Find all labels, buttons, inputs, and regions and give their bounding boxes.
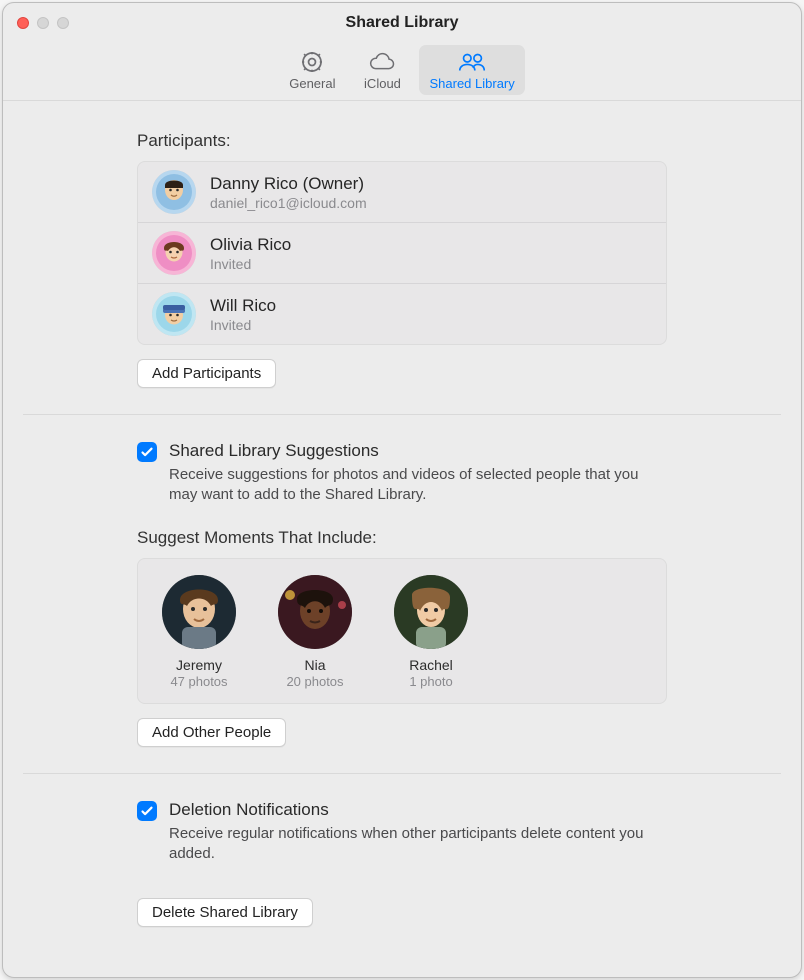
divider <box>23 414 781 415</box>
deletion-description: Receive regular notifications when other… <box>169 824 667 865</box>
person-photo <box>394 575 468 649</box>
divider <box>23 773 781 774</box>
suggestions-label: Shared Library Suggestions <box>169 441 667 461</box>
suggestions-description: Receive suggestions for photos and video… <box>169 465 667 506</box>
participant-name: Olivia Rico <box>210 235 291 255</box>
zoom-window-button[interactable] <box>57 17 69 29</box>
add-other-people-button[interactable]: Add Other People <box>137 718 286 747</box>
cloud-icon <box>367 49 397 75</box>
tab-general[interactable]: General <box>279 45 345 95</box>
avatar <box>152 231 196 275</box>
window-controls <box>17 17 69 29</box>
suggestions-section: Shared Library Suggestions Receive sugge… <box>3 441 801 747</box>
deletion-checkbox[interactable] <box>137 801 157 821</box>
deletion-label: Deletion Notifications <box>169 800 667 820</box>
participant-row[interactable]: Olivia Rico Invited <box>138 223 666 284</box>
person-count: 47 photos <box>170 674 227 689</box>
delete-shared-library-button[interactable]: Delete Shared Library <box>137 898 313 927</box>
suggested-person[interactable]: Nia 20 photos <box>272 575 358 689</box>
content-area: Participants: <box>3 101 801 977</box>
participant-sub: daniel_rico1@icloud.com <box>210 195 367 211</box>
participant-row[interactable]: Will Rico Invited <box>138 284 666 344</box>
participant-name: Danny Rico (Owner) <box>210 174 367 194</box>
person-name: Nia <box>304 657 325 673</box>
people-icon <box>456 49 488 75</box>
avatar <box>152 292 196 336</box>
participant-text: Olivia Rico Invited <box>210 235 291 272</box>
participant-row[interactable]: Danny Rico (Owner) daniel_rico1@icloud.c… <box>138 162 666 223</box>
suggestions-text: Shared Library Suggestions Receive sugge… <box>169 441 667 506</box>
person-count: 1 photo <box>409 674 452 689</box>
participants-section: Participants: <box>3 131 801 388</box>
tab-label: General <box>289 76 335 91</box>
suggestions-checkbox[interactable] <box>137 442 157 462</box>
person-name: Rachel <box>409 657 453 673</box>
tab-shared-library[interactable]: Shared Library <box>419 45 524 95</box>
tab-label: iCloud <box>364 76 401 91</box>
deletion-section: Deletion Notifications Receive regular n… <box>3 800 801 928</box>
participant-text: Will Rico Invited <box>210 296 276 333</box>
person-photo <box>278 575 352 649</box>
add-participants-button[interactable]: Add Participants <box>137 359 276 388</box>
person-count: 20 photos <box>286 674 343 689</box>
participant-sub: Invited <box>210 256 291 272</box>
person-photo <box>162 575 236 649</box>
avatar <box>152 170 196 214</box>
deletion-text: Deletion Notifications Receive regular n… <box>169 800 667 865</box>
settings-toolbar: General iCloud Shared Library <box>3 43 801 101</box>
participant-sub: Invited <box>210 317 276 333</box>
minimize-window-button[interactable] <box>37 17 49 29</box>
suggested-person[interactable]: Rachel 1 photo <box>388 575 474 689</box>
gear-icon <box>299 49 325 75</box>
settings-window: Shared Library General iCloud <box>2 2 802 978</box>
suggested-people-list: Jeremy 47 photos <box>137 558 667 704</box>
close-window-button[interactable] <box>17 17 29 29</box>
tab-icloud[interactable]: iCloud <box>351 45 413 95</box>
tab-label: Shared Library <box>429 76 514 91</box>
suggest-moments-heading: Suggest Moments That Include: <box>137 528 667 548</box>
participant-text: Danny Rico (Owner) daniel_rico1@icloud.c… <box>210 174 367 211</box>
titlebar: Shared Library <box>3 3 801 43</box>
window-title: Shared Library <box>3 14 801 32</box>
participant-name: Will Rico <box>210 296 276 316</box>
participants-heading: Participants: <box>137 131 667 151</box>
participants-list: Danny Rico (Owner) daniel_rico1@icloud.c… <box>137 161 667 345</box>
suggested-person[interactable]: Jeremy 47 photos <box>156 575 242 689</box>
person-name: Jeremy <box>176 657 222 673</box>
